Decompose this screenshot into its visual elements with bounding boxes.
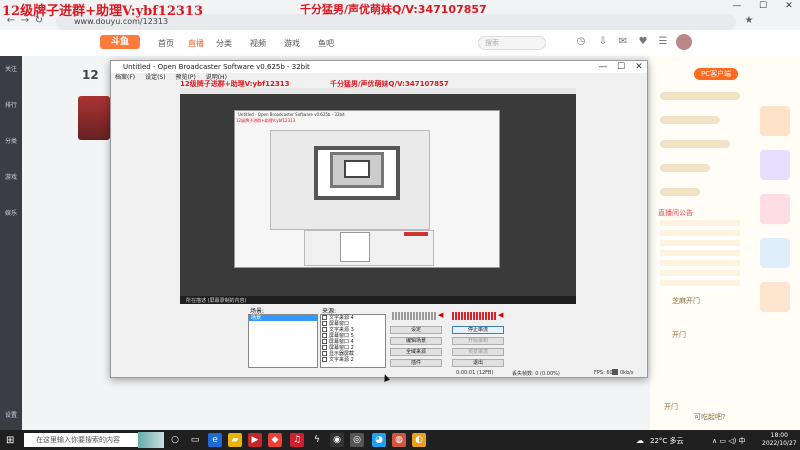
source-item[interactable]: 文字来源 2 [322, 356, 354, 363]
nav-yuba[interactable]: 鱼吧 [318, 38, 334, 49]
nav-video[interactable]: 视频 [250, 38, 266, 49]
edit-scene-button[interactable]: 编辑场景 [390, 337, 442, 345]
captured-meter [404, 232, 428, 236]
chrome-icon[interactable]: ◕ [372, 433, 386, 447]
chat-message: 芝麻开门 [672, 297, 700, 305]
taskbar-clock[interactable]: 18:00 2022/10/27 [762, 432, 797, 448]
sidebar-item-category[interactable]: 分类 [2, 136, 20, 160]
obs-title: Untitled - Open Broadcaster Software v0.… [111, 61, 647, 73]
weather-icon[interactable]: ☁ [636, 436, 644, 445]
desktop-meter [452, 312, 496, 320]
global-sources-button[interactable]: 全域来源 [390, 348, 442, 356]
history-icon[interactable]: ◷ [574, 35, 588, 49]
promo-icon[interactable] [760, 238, 790, 268]
sidebar-item-ent[interactable]: 娱乐 [2, 208, 20, 232]
overlay-left-text: 12级牌子进群+助理V:ybf12313 [2, 4, 204, 19]
minimize-button[interactable]: — [726, 0, 748, 12]
scene-list[interactable] [248, 314, 318, 368]
nav-category[interactable]: 分类 [216, 38, 232, 49]
obs-overlay-right: 千分猛男/声优萌妹Q/V:347107857 [330, 80, 449, 88]
stop-stream-button[interactable]: 停止串流 [452, 326, 504, 334]
widgets-icon[interactable]: ▭ [188, 433, 202, 447]
chat-messages-block [660, 220, 740, 290]
captured-window-title: Untitled - Open Broadcaster Software v0.… [238, 112, 345, 117]
recursive-preview [344, 160, 370, 178]
app-icon[interactable]: ◎ [350, 433, 364, 447]
captured-taskbar-search: 所在描述 (屏幕录制的内容) [186, 298, 247, 304]
obs-icon[interactable]: ◉ [330, 433, 344, 447]
menu-settings[interactable]: 设定(S) [145, 74, 166, 81]
status-dropped: 丢失帧数: 0 (0.00%) [512, 371, 560, 377]
search-highlight-image [138, 432, 164, 448]
checkbox-icon[interactable] [322, 357, 327, 362]
edge-icon[interactable]: e [208, 433, 222, 447]
netease-icon[interactable]: ♫ [290, 433, 304, 447]
clock-time: 18:00 [770, 432, 788, 439]
captured-overlay-text: 12级牌子进群+助理V:ybf12313 [236, 118, 296, 123]
app-icon[interactable]: ϟ [310, 433, 324, 447]
chat-notice-bar [660, 116, 720, 124]
task-view-icon[interactable]: ○ [168, 433, 182, 447]
status-indicator [612, 369, 618, 375]
status-time: 0:00:01 (12FB) [456, 370, 494, 376]
chat-message: 开门 [672, 331, 686, 339]
avatar[interactable] [676, 34, 692, 50]
room-number: 12 [82, 68, 99, 82]
menu-file[interactable]: 档案(F) [115, 74, 135, 81]
anchor-avatar [78, 96, 110, 140]
file-explorer-icon[interactable]: ▰ [228, 433, 242, 447]
message-icon[interactable]: ✉ [616, 35, 630, 49]
sidebar-item-follow[interactable]: 关注 [2, 64, 20, 88]
settings-button[interactable]: 设定 [390, 326, 442, 334]
chat-notice-bar [660, 140, 730, 148]
scene-item[interactable]: 场景 [249, 315, 317, 321]
pc-client-button[interactable]: PC客户端 [694, 68, 738, 80]
start-recording-button[interactable]: 开始录制 [452, 337, 504, 345]
exit-button[interactable]: 退出 [452, 359, 504, 367]
sidebar-item-rank[interactable]: 排行 [2, 100, 20, 124]
captured-source-list [340, 232, 370, 262]
download-icon[interactable]: ⇩ [596, 35, 610, 49]
task-icon[interactable]: ☰ [656, 35, 670, 49]
chat-notice-bar [660, 164, 710, 172]
obs-close-button[interactable]: ✕ [628, 61, 650, 73]
chat-message: 开门 [664, 403, 678, 411]
clock-date: 2022/10/27 [762, 440, 797, 447]
app-icon[interactable]: ◐ [412, 433, 426, 447]
chat-message: 直播间公告 [658, 209, 693, 217]
status-kbps: 0kb/s [620, 370, 634, 376]
promo-icon[interactable] [760, 106, 790, 136]
status-fps: FPS: 60 [594, 370, 613, 376]
nav-live[interactable]: 直播 [188, 38, 204, 49]
sidebar-item-game[interactable]: 游戏 [2, 172, 20, 196]
maximize-button[interactable]: ☐ [752, 0, 774, 12]
nav-game[interactable]: 游戏 [284, 38, 300, 49]
nav-home[interactable]: 首页 [158, 38, 174, 49]
taskbar-weather[interactable]: 22°C 多云 [650, 436, 684, 446]
mic-icon[interactable]: ◀ [438, 311, 443, 319]
mic-meter [392, 312, 436, 320]
chat-notice-bar [660, 188, 700, 196]
star-icon[interactable]: ★ [742, 14, 756, 28]
chat-message: 可吃起吧? [694, 413, 726, 421]
promo-icon[interactable] [760, 194, 790, 224]
promo-icon[interactable] [760, 150, 790, 180]
chat-notice-bar [660, 92, 740, 100]
promo-icon[interactable] [760, 282, 790, 312]
follow-icon[interactable]: ♥ [636, 35, 650, 49]
obs-overlay-left: 12级牌子进群+助理V:ybf12313 [180, 80, 290, 88]
search-input[interactable]: 搜索 [478, 36, 546, 50]
app-icon[interactable]: ◍ [392, 433, 406, 447]
speaker-icon[interactable]: ◀ [498, 311, 503, 319]
preview-stream-button[interactable]: 预览串流 [452, 348, 504, 356]
close-button[interactable]: ✕ [778, 0, 800, 12]
overlay-right-text: 千分猛男/声优萌妹Q/V:347107857 [300, 3, 487, 16]
tray-icons[interactable]: ∧ ▭ ◁) 中 [712, 436, 746, 446]
windows-start-icon[interactable]: ⊞ [6, 435, 14, 446]
plugins-button[interactable]: 插件 [390, 359, 442, 367]
app-icon[interactable]: ▶ [248, 433, 262, 447]
app-icon[interactable]: ◆ [268, 433, 282, 447]
site-logo[interactable]: 斗鱼 [100, 35, 140, 49]
